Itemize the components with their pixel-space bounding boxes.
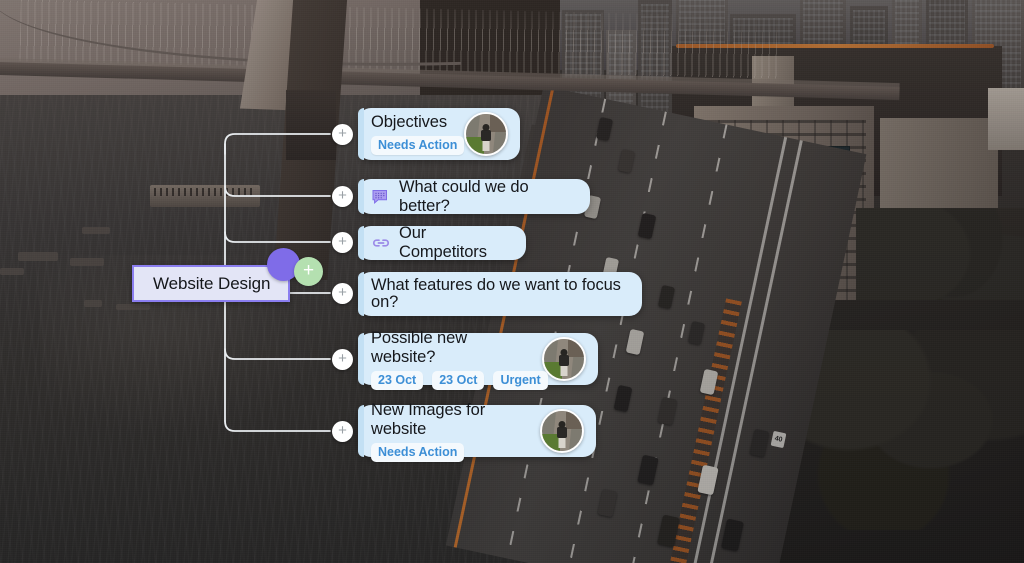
node-chips: 23 Oct 23 Oct Urgent — [371, 370, 548, 390]
node-accent-edge — [358, 108, 364, 160]
node-what-could-we-do-better[interactable]: What could we do better? — [358, 177, 590, 215]
avatar[interactable] — [464, 112, 508, 156]
node-objectives[interactable]: Objectives Needs Action — [358, 108, 520, 160]
status-badge-needs-action[interactable]: Needs Action — [371, 136, 465, 155]
mindmap-screen: We're not scientists, but we totally got… — [0, 0, 1024, 563]
node-possible-new-website[interactable]: Possible new website? 23 Oct 23 Oct Urge… — [358, 329, 598, 390]
date-chip-due[interactable]: 23 Oct — [432, 370, 485, 390]
add-node-button-possible-new-website[interactable]: + — [332, 349, 353, 370]
plus-icon: + — [338, 187, 347, 204]
node-our-competitors[interactable]: Our Competitors — [358, 224, 526, 261]
node-accent-edge — [358, 405, 364, 457]
root-node-label: Website Design — [153, 273, 271, 293]
comment-icon — [371, 187, 390, 206]
node-chips: Needs Action — [371, 442, 532, 462]
node-title: Our Competitors — [399, 224, 487, 261]
plus-icon: + — [338, 233, 347, 250]
plus-icon: + — [338, 350, 347, 367]
priority-badge-urgent[interactable]: Urgent — [493, 370, 548, 390]
node-accent-edge — [358, 272, 364, 316]
node-chips: Needs Action — [371, 136, 465, 155]
node-what-features[interactable]: What features do we want to focus on? — [358, 272, 642, 316]
node-accent-edge — [358, 179, 364, 214]
avatar[interactable] — [542, 337, 586, 381]
add-node-button-new-images-for-website[interactable]: + — [332, 421, 353, 442]
node-accent-edge — [358, 226, 364, 260]
avatar[interactable] — [540, 409, 584, 453]
node-accent-edge — [358, 333, 364, 385]
plus-icon: + — [302, 260, 315, 281]
mindmap-canvas[interactable]: Website Design + + Objectives Needs Acti… — [0, 0, 1024, 563]
plus-icon: + — [338, 125, 347, 142]
node-title: What could we do better? — [399, 177, 534, 215]
node-new-images-for-website[interactable]: New Images for website Needs Action — [358, 401, 596, 462]
plus-icon: + — [338, 422, 347, 439]
add-node-button-what-features[interactable]: + — [332, 283, 353, 304]
date-chip-start[interactable]: 23 Oct — [371, 370, 424, 390]
node-title: What features do we want to focus on? — [371, 276, 626, 311]
root-node-website-design[interactable]: Website Design — [132, 265, 290, 302]
add-node-button-what-could-we-do-better[interactable]: + — [332, 186, 353, 207]
plus-icon: + — [338, 284, 347, 301]
add-node-button-objectives[interactable]: + — [332, 124, 353, 145]
node-title: Possible new website? — [371, 328, 472, 366]
status-badge-needs-action[interactable]: Needs Action — [371, 442, 465, 462]
node-title: New Images for website — [371, 400, 490, 438]
root-add-child-button[interactable]: + — [294, 257, 323, 286]
add-node-button-our-competitors[interactable]: + — [332, 232, 353, 253]
node-title: Objectives — [371, 113, 448, 131]
link-icon — [371, 234, 390, 253]
